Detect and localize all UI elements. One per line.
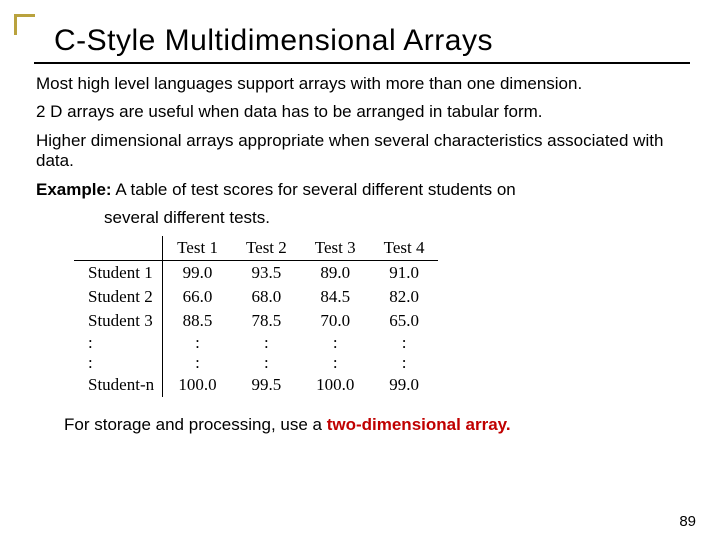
cell: 66.0 (163, 285, 232, 309)
cell: : (370, 353, 439, 373)
row-label: Student 1 (74, 261, 163, 286)
example-text-a: A table of test scores for several diffe… (115, 180, 515, 199)
cell: 70.0 (301, 309, 370, 333)
row-label: : (74, 333, 163, 353)
page-title: C-Style Multidimensional Arrays (34, 18, 690, 64)
scores-table-wrap: Test 1 Test 2 Test 3 Test 4 Student 1 99… (74, 236, 690, 397)
footer-highlight: two-dimensional array. (327, 415, 511, 434)
footer-text-a: For storage and processing, use a (64, 415, 327, 434)
cell: 82.0 (370, 285, 439, 309)
col-test4: Test 4 (370, 236, 439, 261)
cell: 78.5 (232, 309, 301, 333)
accent-corner (14, 14, 35, 35)
col-test2: Test 2 (232, 236, 301, 261)
example-text-b: several different tests. (104, 208, 688, 228)
row-label: Student 3 (74, 309, 163, 333)
cell: : (232, 353, 301, 373)
slide-content: C-Style Multidimensional Arrays Most hig… (34, 18, 690, 435)
cell: 68.0 (232, 285, 301, 309)
cell: 84.5 (301, 285, 370, 309)
cell: : (301, 353, 370, 373)
example-line: Example: A table of test scores for seve… (36, 180, 688, 200)
table-header-row: Test 1 Test 2 Test 3 Test 4 (74, 236, 438, 261)
page-number: 89 (679, 513, 696, 530)
table-row: Student 2 66.0 68.0 84.5 82.0 (74, 285, 438, 309)
cell: 100.0 (163, 373, 232, 397)
col-test3: Test 3 (301, 236, 370, 261)
col-test1: Test 1 (163, 236, 232, 261)
table-row-ellipsis: : : : : : (74, 353, 438, 373)
table-row-ellipsis: : : : : : (74, 333, 438, 353)
cell: : (163, 353, 232, 373)
cell: 99.5 (232, 373, 301, 397)
cell: 89.0 (301, 261, 370, 286)
paragraph-1: Most high level languages support arrays… (36, 74, 688, 94)
footer-note: For storage and processing, use a two-di… (64, 415, 690, 435)
row-label: Student-n (74, 373, 163, 397)
col-blank (74, 236, 163, 261)
row-label: Student 2 (74, 285, 163, 309)
cell: : (163, 333, 232, 353)
cell: 93.5 (232, 261, 301, 286)
cell: 99.0 (370, 373, 439, 397)
table-row: Student-n 100.0 99.5 100.0 99.0 (74, 373, 438, 397)
example-label: Example: (36, 180, 112, 199)
table-row: Student 3 88.5 78.5 70.0 65.0 (74, 309, 438, 333)
paragraph-2: 2 D arrays are useful when data has to b… (36, 102, 688, 122)
cell: 88.5 (163, 309, 232, 333)
cell: : (301, 333, 370, 353)
cell: : (370, 333, 439, 353)
table-row: Student 1 99.0 93.5 89.0 91.0 (74, 261, 438, 286)
scores-table: Test 1 Test 2 Test 3 Test 4 Student 1 99… (74, 236, 438, 397)
cell: 65.0 (370, 309, 439, 333)
cell: 99.0 (163, 261, 232, 286)
cell: 91.0 (370, 261, 439, 286)
row-label: : (74, 353, 163, 373)
cell: 100.0 (301, 373, 370, 397)
paragraph-3: Higher dimensional arrays appropriate wh… (36, 131, 688, 172)
cell: : (232, 333, 301, 353)
